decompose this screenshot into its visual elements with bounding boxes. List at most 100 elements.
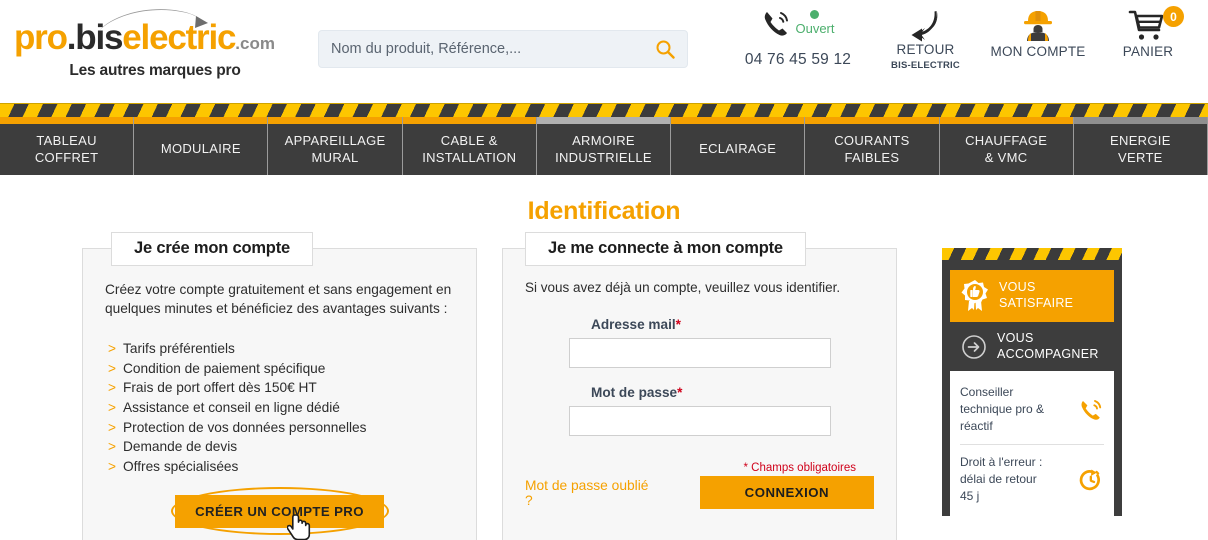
arrow-circle-right-icon [962, 334, 986, 359]
content-area: Je crée mon compte Créez votre compte gr… [0, 232, 1208, 540]
create-account-cta-wrap: CRÉER UN COMPTE PRO [105, 487, 454, 540]
nav-accent [0, 117, 134, 124]
sidebar-tab-label: VOUS ACCOMPAGNER [997, 331, 1099, 361]
nav-item-label: MODULAIRE [160, 141, 241, 157]
nav-item-label: ECLAIRAGE [699, 141, 777, 157]
nav-item-cable-installation[interactable]: CABLE & INSTALLATION [401, 117, 537, 175]
nav-accent [268, 117, 402, 124]
list-item[interactable]: Conseiller technique pro & réactif [960, 375, 1104, 446]
nav-item-eclairage[interactable]: ECLAIRAGE [670, 117, 806, 175]
header-tools: Ouvert 04 76 45 59 12 RETOUR BIS-ELECTRI… [723, 0, 1208, 71]
retour-sublabel: BIS-ELECTRIC [891, 59, 960, 71]
open-status: Ouvert [795, 8, 835, 36]
nav-accent [1073, 117, 1207, 124]
chevron-right-icon: > [108, 439, 116, 455]
password-field[interactable] [569, 406, 831, 436]
nav-accent [402, 117, 536, 124]
open-status-label: Ouvert [795, 21, 835, 36]
list-item: > Demande de devis [105, 437, 454, 457]
list-item-label: Offres spécialisées [123, 459, 239, 475]
nav-item-tableau-coffret[interactable]: TABLEAU COFFRET [0, 117, 135, 175]
search-input[interactable] [331, 41, 655, 57]
email-field-label: Adresse mail* [591, 317, 874, 332]
promo-sidebar: VOUS SATISFAIRE VOUS ACCOMPAGNER Conseille… [942, 248, 1122, 540]
account-block[interactable]: MON COMPTE [978, 8, 1098, 60]
search-button[interactable] [655, 39, 675, 59]
nav-item-modulaire[interactable]: MODULAIRE [133, 117, 269, 175]
password-field-label: Mot de passe* [591, 385, 874, 400]
nav-item-label: ENERGIE VERTE [1110, 133, 1171, 165]
site-header: pro.biselectric.com Les autres marques p… [0, 0, 1208, 103]
nav-item-label: CABLE & INSTALLATION [422, 133, 517, 165]
cart-block[interactable]: 0 PANIER [1098, 6, 1198, 60]
main-navigation: TABLEAU COFFRET MODULAIRE APPAREILLAGE MUR… [0, 117, 1208, 175]
nav-accent [805, 117, 939, 124]
login-panel: Je me connecte à mon compte Si vous avez… [502, 232, 897, 540]
ribbon-thumbs-up-icon [961, 280, 988, 311]
nav-item-label: COURANTS FAIBLES [834, 133, 910, 165]
required-asterisk: * [675, 317, 681, 332]
logo-wordmark: pro.biselectric.com [14, 9, 300, 57]
chevron-right-icon: > [108, 459, 116, 475]
list-item[interactable]: Droit à l'erreur : délai de retour 45 j [960, 445, 1104, 514]
cart-label: PANIER [1122, 44, 1174, 59]
search-bar[interactable] [318, 30, 688, 68]
nav-item-appareillage-mural[interactable]: APPAREILLAGE MURAL [267, 117, 403, 175]
search-icon [656, 40, 675, 59]
nav-accent [536, 117, 671, 124]
chevron-right-icon: > [108, 380, 116, 396]
phone-block[interactable]: Ouvert 04 76 45 59 12 [723, 8, 873, 69]
logo-part-electric: electric [122, 18, 236, 57]
phone-number[interactable]: 04 76 45 59 12 [745, 51, 851, 69]
return-arrow-icon [911, 11, 937, 42]
sidebar-benefit-list: Conseiller technique pro & réactif Droit… [950, 371, 1114, 522]
required-fields-note: * Champs obligatoires [743, 462, 856, 474]
create-account-title: Je crée mon compte [111, 232, 313, 266]
logo-part-tld: .com [235, 34, 275, 53]
list-item: > Protection de vos données personnelles [105, 418, 454, 438]
chevron-right-icon: > [108, 419, 116, 435]
list-item-label: Demande de devis [123, 439, 238, 455]
forgot-password-link[interactable]: Mot de passe oublié ? [525, 478, 656, 508]
sidebar-hazard-stripe [942, 248, 1122, 260]
nav-accent [671, 117, 805, 124]
nav-item-energie-verte[interactable]: ENERGIE VERTE [1072, 117, 1208, 175]
cart-count-badge: 0 [1163, 6, 1184, 27]
list-item: > Tarifs préférentiels [105, 339, 454, 359]
nav-accent [134, 117, 268, 124]
nav-item-armoire-industrielle[interactable]: ARMOIRE INDUSTRIELLE [535, 117, 672, 175]
login-submit-button[interactable]: CONNEXION [699, 476, 874, 509]
list-item-label: Conseiller technique pro & réactif [960, 385, 1045, 434]
hazard-stripe-top [0, 103, 1208, 117]
nav-item-label: APPAREILLAGE MURAL [284, 133, 386, 165]
list-item-label: Tarifs préférentiels [123, 340, 235, 356]
email-label-text: Adresse mail [591, 317, 676, 332]
nav-item-chauffage-vmc[interactable]: CHAUFFAGE & VMC [938, 117, 1074, 175]
nav-item-courants-faibles[interactable]: COURANTS FAIBLES [804, 117, 940, 175]
list-item: > Condition de paiement spécifique [105, 359, 454, 379]
create-account-intro: Créez votre compte gratuitement et sans … [105, 282, 452, 316]
create-account-button[interactable]: CRÉER UN COMPTE PRO [175, 494, 384, 528]
logo-part-pro: pro [14, 18, 68, 57]
email-field[interactable] [569, 338, 831, 368]
list-item-label: Condition de paiement spécifique [123, 360, 326, 376]
create-account-panel: Je crée mon compte Créez votre compte gr… [82, 232, 477, 540]
nav-item-label: TABLEAU COFFRET [34, 133, 99, 165]
list-item-label: Frais de port offert dès 150€ HT [123, 380, 317, 396]
sidebar-tab-vous-satisfaire[interactable]: VOUS SATISFAIRE [950, 270, 1114, 322]
retour-label: RETOUR [896, 42, 955, 57]
site-logo[interactable]: pro.biselectric.com Les autres marques p… [0, 0, 300, 80]
list-item-label: Droit à l'erreur : délai de retour 45 j [960, 455, 1043, 504]
benefits-list: > Tarifs préférentiels > Condition de pa… [105, 339, 454, 477]
login-footer: Mot de passe oublié ? CONNEXION [525, 476, 874, 509]
stopwatch-return-icon [1079, 469, 1100, 491]
logo-part-bis: .bis [66, 18, 124, 57]
login-panel-title: Je me connecte à mon compte [525, 232, 806, 266]
nav-item-label: ARMOIRE INDUSTRIELLE [555, 133, 652, 165]
sidebar-tab-vous-accompagner[interactable]: VOUS ACCOMPAGNER [950, 322, 1114, 372]
retour-block[interactable]: RETOUR BIS-ELECTRIC [873, 8, 978, 71]
chevron-right-icon: > [108, 399, 116, 415]
phone-ringing-icon [1081, 399, 1102, 420]
list-item: > Assistance et conseil en ligne dédié [105, 398, 454, 418]
nav-item-label: CHAUFFAGE & VMC [965, 133, 1048, 165]
